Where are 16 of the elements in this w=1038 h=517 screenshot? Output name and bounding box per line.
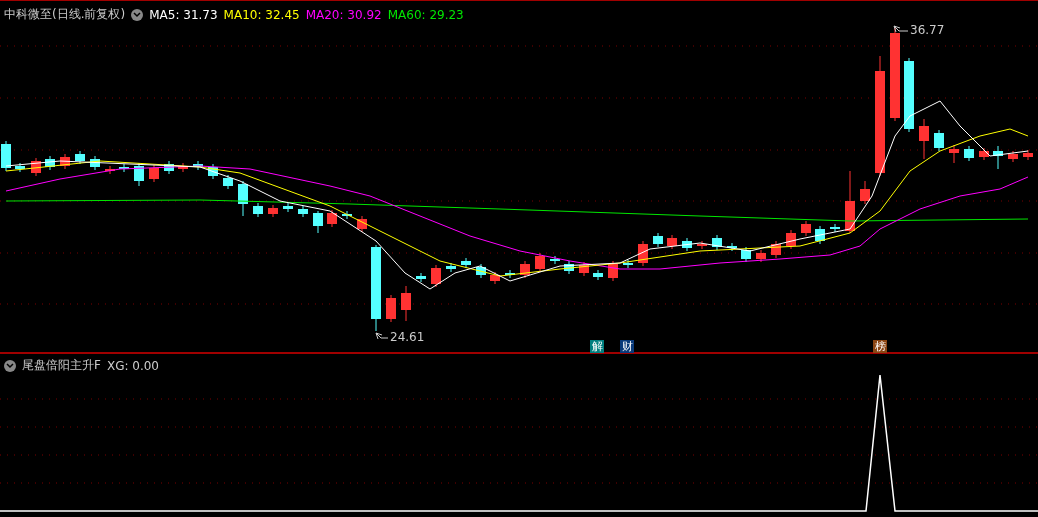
dropdown-icon[interactable] <box>4 359 16 372</box>
ma-label: MA5: 31.73 <box>149 7 218 22</box>
event-marker[interactable]: 财 <box>620 340 634 353</box>
indicator-reading: XG: 0.00 <box>106 358 159 373</box>
high-price-label: 36.77 <box>910 23 945 37</box>
ma-label: MA20: 30.92 <box>305 7 382 22</box>
event-marker[interactable]: 榜 <box>873 340 887 353</box>
event-marker[interactable]: 解 <box>590 340 604 353</box>
leader-line <box>375 332 389 342</box>
ma-label: MA60: 29.23 <box>387 7 464 22</box>
dropdown-icon[interactable] <box>131 8 144 21</box>
indicator-title: 尾盘倍阳主升F <box>22 357 101 374</box>
leader-line <box>893 25 909 35</box>
stock-title: 中科微至(日线.前复权) <box>4 6 126 23</box>
low-price-label: 24.61 <box>390 330 425 344</box>
ma-label: MA10: 32.45 <box>223 7 300 22</box>
